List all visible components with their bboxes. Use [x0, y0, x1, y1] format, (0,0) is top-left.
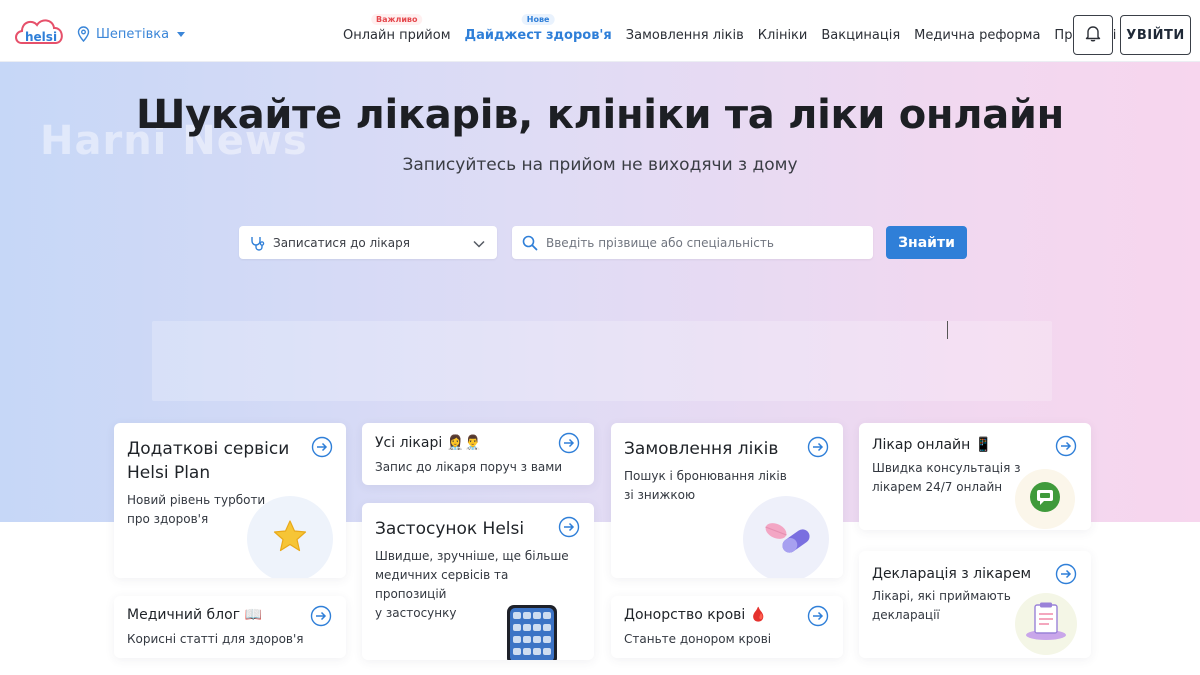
- page-subtitle: Записуйтесь на прийом не виходячи з дому: [402, 155, 798, 175]
- card-description: Станьте донором крові: [624, 632, 772, 646]
- card-description: Лікарі, які приймають декларації: [872, 587, 1011, 625]
- card-title: Медичний блог 📖: [127, 607, 262, 623]
- chat-icon: [1030, 482, 1060, 512]
- card-desc-line: Швидше, зручніше, ще більше: [375, 549, 569, 563]
- search-input[interactable]: [546, 235, 866, 250]
- card-desc-line: про здоров'я: [127, 512, 209, 526]
- nav-label: Дайджест здоров'я: [464, 28, 612, 43]
- card-desc-line: Новий рівень турботи: [127, 493, 266, 507]
- city-name: Шепетівка: [96, 26, 170, 42]
- appointment-type-select[interactable]: Записатися до лікаря: [239, 226, 497, 259]
- card-title: Застосунок Helsi: [375, 519, 525, 539]
- nav-medicine-order[interactable]: Замовлення ліків: [626, 28, 744, 62]
- page-title: Шукайте лікарів, клініки та ліки онлайн: [135, 92, 1064, 138]
- card-description: Новий рівень турботи про здоров'я: [127, 491, 265, 529]
- card-doctor-online[interactable]: Лікар онлайн 📱 Швидка консультація з лік…: [859, 423, 1091, 530]
- nav-label: Клініки: [757, 28, 808, 43]
- arrow-right-circle-icon: [311, 436, 333, 458]
- nav-vaccination[interactable]: Вакцинація: [821, 28, 900, 62]
- card-title-line: Helsi Plan: [127, 463, 211, 483]
- nav-label: Онлайн прийом: [343, 28, 451, 43]
- card-description: Корисні статті для здоров'я: [127, 632, 304, 646]
- card-desc-line: Швидка консультація з: [872, 461, 1021, 475]
- arrow-right-circle-icon: [558, 432, 580, 454]
- card-description: Швидка консультація з лікарем 24/7 онлай…: [872, 459, 1021, 497]
- card-description: Запис до лікаря поруч з вами: [375, 460, 563, 474]
- new-badge: Нове: [521, 14, 555, 25]
- card-description: Пошук і бронювання ліків зі знижкою: [624, 467, 787, 505]
- clipboard-icon: [1026, 602, 1066, 640]
- appointment-type-label: Записатися до лікаря: [273, 235, 410, 250]
- card-medical-blog[interactable]: Медичний блог 📖 Корисні статті для здоро…: [114, 596, 346, 658]
- card-desc-line: декларації: [872, 608, 940, 622]
- card-declaration[interactable]: Декларація з лікарем Лікарі, які приймаю…: [859, 551, 1091, 658]
- arrow-right-circle-icon: [807, 436, 829, 458]
- card-desc-line: Лікарі, які приймають: [872, 589, 1011, 603]
- phone-icon: [507, 605, 557, 660]
- card-helsi-app[interactable]: Застосунок Helsi Швидше, зручніше, ще бі…: [362, 503, 594, 660]
- card-title: Замовлення ліків: [624, 439, 779, 459]
- main-nav: Важливо Онлайн прийом Нове Дайджест здор…: [343, 0, 1130, 62]
- nav-clinics[interactable]: Клініки: [758, 28, 808, 62]
- city-selector[interactable]: Шепетівка: [77, 26, 186, 42]
- stethoscope-icon: [249, 235, 265, 251]
- card-all-doctors[interactable]: Усі лікарі 👩‍⚕️👨‍⚕️ Запис до лікаря пору…: [362, 423, 594, 485]
- nav-label: Вакцинація: [821, 28, 901, 43]
- card-desc-line: Пошук і бронювання ліків: [624, 469, 787, 483]
- doctor-search-field[interactable]: [512, 226, 873, 259]
- nav-label: Замовлення ліків: [625, 28, 744, 43]
- nav-health-digest[interactable]: Нове Дайджест здоров'я: [464, 14, 612, 62]
- card-helsi-plan[interactable]: Додаткові сервіси Helsi Plan Новий рівен…: [114, 423, 346, 578]
- pills-icon: [765, 523, 810, 553]
- nav-medical-reform[interactable]: Медична реформа: [914, 28, 1040, 62]
- card-desc-line: медичних сервісів та: [375, 568, 509, 582]
- promo-banner[interactable]: [152, 321, 1052, 401]
- star-icon: [273, 520, 307, 552]
- card-title: Декларація з лікарем: [872, 566, 1032, 582]
- search-icon: [522, 235, 538, 251]
- notifications-button[interactable]: [1073, 15, 1113, 55]
- arrow-right-circle-icon: [558, 516, 580, 538]
- card-title: Донорство крові 🩸: [624, 607, 768, 623]
- bell-icon: [1085, 24, 1101, 46]
- arrow-right-circle-icon: [1055, 435, 1077, 457]
- card-title-line: Додаткові сервіси: [127, 439, 290, 459]
- card-desc-line: лікарем 24/7 онлайн: [872, 480, 1003, 494]
- card-medicine-order[interactable]: Замовлення ліків Пошук і бронювання лікі…: [611, 423, 843, 578]
- find-button[interactable]: Знайти: [886, 226, 967, 259]
- location-pin-icon: [77, 26, 90, 42]
- important-badge: Важливо: [371, 14, 423, 25]
- card-title: Лікар онлайн 📱: [872, 437, 993, 453]
- arrow-right-circle-icon: [807, 605, 829, 627]
- arrow-right-circle-icon: [1055, 563, 1077, 585]
- chevron-down-icon: [177, 31, 186, 37]
- site-header: helsi Шепетівка Важливо Онлайн прийом Но…: [0, 0, 1200, 62]
- card-desc-line: пропозицій: [375, 587, 447, 601]
- nav-online-appointment[interactable]: Важливо Онлайн прийом: [343, 14, 451, 62]
- card-title: Додаткові сервіси Helsi Plan: [127, 437, 289, 485]
- nav-label: Медична реформа: [914, 28, 1041, 43]
- card-title: Усі лікарі 👩‍⚕️👨‍⚕️: [375, 435, 482, 451]
- chevron-down-icon: [473, 237, 485, 251]
- arrow-right-circle-icon: [310, 605, 332, 627]
- helsi-logo[interactable]: helsi: [12, 13, 68, 53]
- text-cursor: [947, 321, 948, 339]
- login-button[interactable]: УВІЙТИ: [1120, 15, 1191, 55]
- card-blood-donation[interactable]: Донорство крові 🩸 Станьте донором крові: [611, 596, 843, 658]
- logo-text: helsi: [25, 30, 57, 44]
